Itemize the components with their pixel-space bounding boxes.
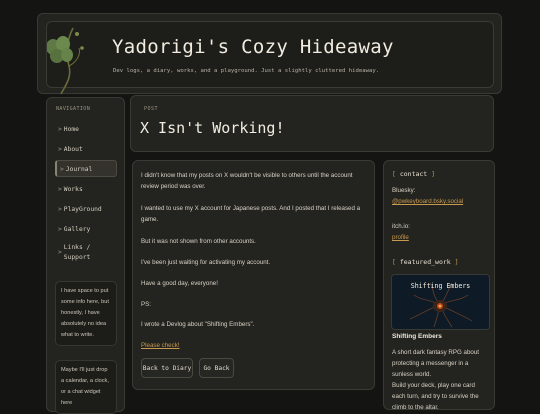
featured-work-thumbnail[interactable]: Shifting Embers: [391, 274, 490, 330]
post-label: POST: [144, 106, 159, 112]
nav-item-label: Support: [63, 254, 91, 261]
post-paragraph: PS:: [141, 301, 151, 308]
chevron-right-icon: >: [58, 206, 62, 213]
post-header: POST X Isn't Working!: [130, 95, 494, 152]
chevron-right-icon: >: [58, 249, 62, 256]
contact-heading-label: contact: [399, 170, 428, 178]
post-paragraph: I wanted to use my X account for Japanes…: [141, 205, 361, 223]
back-to-diary-button[interactable]: Back to Diary: [141, 358, 193, 378]
nav-item-label: Journal: [65, 166, 93, 173]
clover-vine-icon: [47, 27, 84, 95]
featured-work-title[interactable]: Shifting Embers: [392, 333, 442, 340]
chevron-right-icon: >: [58, 146, 62, 153]
nav-heading: NAVIGATION: [56, 106, 91, 112]
featured-work-description: A short dark fantasy RPG about protectin…: [392, 349, 480, 378]
featured-work-heading: [ featured_work ]: [392, 258, 459, 266]
chevron-right-icon: >: [58, 126, 62, 133]
nav-item-label: Links /: [63, 244, 91, 251]
nav-item-links-support[interactable]: > Links / Support: [55, 241, 117, 267]
right-sidebar: [ contact ] Bluesky: @pwkeyboard.bsky.so…: [383, 160, 495, 411]
nav-item-label: PlayGround: [63, 206, 102, 213]
post-paragraph: I didn't know that my posts on X wouldn'…: [141, 172, 353, 190]
go-back-button[interactable]: Go Back: [199, 358, 234, 378]
bluesky-label: Bluesky:: [392, 187, 416, 194]
header-inner: Yadorigi's Cozy Hideaway Dev logs, a dia…: [46, 21, 494, 95]
navigation-panel: NAVIGATION > Home > About > Journal > Works …: [46, 97, 125, 414]
chevron-right-icon: >: [58, 226, 62, 233]
site-header: Yadorigi's Cozy Hideaway Dev logs, a dia…: [37, 13, 502, 95]
post-title: X Isn't Working!: [140, 119, 285, 137]
post-paragraph: But it was not shown from other accounts…: [141, 238, 256, 245]
thumbnail-title: Shifting Embers: [410, 282, 471, 290]
chevron-right-icon: >: [58, 186, 62, 193]
sidebar-note: Maybe I'll just drop a calendar, a clock…: [55, 360, 117, 414]
nav-item-label: Gallery: [63, 226, 91, 233]
nav-item-label: About: [63, 146, 83, 153]
nav-item-gallery[interactable]: > Gallery: [55, 221, 117, 238]
post-body: I didn't know that my posts on X wouldn'…: [132, 160, 375, 390]
site-subtitle: Dev logs, a diary, works, and a playgrou…: [113, 68, 380, 74]
nav-item-about[interactable]: > About: [55, 141, 117, 158]
itchio-profile-link[interactable]: profile: [392, 232, 490, 243]
post-paragraph: Have a good day, everyone!: [141, 280, 218, 287]
nav-item-works[interactable]: > Works: [55, 181, 117, 198]
sidebar-note: I have space to put some info here, but …: [55, 281, 117, 346]
nav-item-home[interactable]: > Home: [55, 121, 117, 138]
post-paragraph: I wrote a Devlog about "Shifting Embers"…: [141, 321, 255, 328]
featured-work-description: Build your deck, play one card each turn…: [392, 382, 479, 411]
post-paragraph: I've been just waiting for activating my…: [141, 259, 271, 266]
nav-item-label: Home: [63, 126, 79, 133]
site-title: Yadorigi's Cozy Hideaway: [112, 36, 394, 58]
contact-heading: [ contact ]: [392, 170, 436, 178]
itchio-label: itch.io:: [392, 223, 410, 230]
nav-item-playground[interactable]: > PlayGround: [55, 201, 117, 218]
featured-work-heading-label: featured_work: [399, 258, 451, 266]
devlog-link[interactable]: Please check!: [141, 340, 369, 351]
nav-item-journal[interactable]: > Journal: [55, 160, 117, 177]
chevron-right-icon: >: [60, 166, 64, 173]
nav-item-label: Works: [63, 186, 83, 193]
bluesky-link[interactable]: @pwkeyboard.bsky.social: [392, 196, 490, 207]
